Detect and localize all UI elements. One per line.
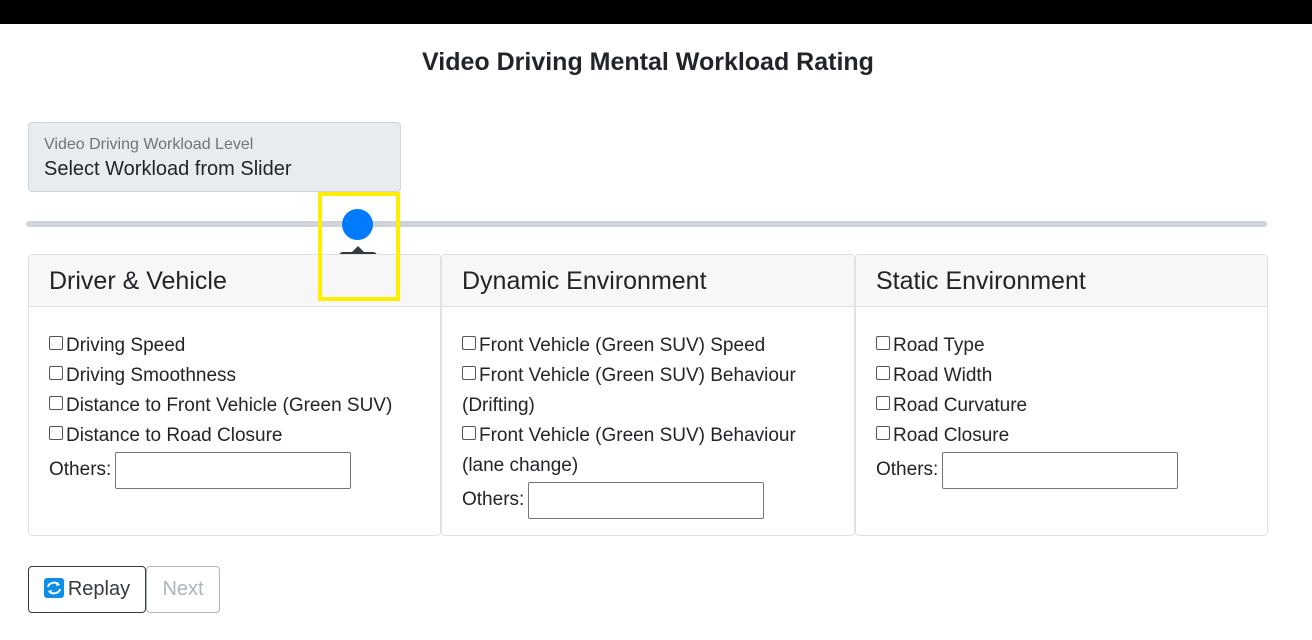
option-road-width[interactable]: Road Width: [876, 361, 1247, 391]
others-label: Others:: [462, 489, 525, 510]
card-title: Static Environment: [856, 255, 1267, 307]
option-front-vehicle-drifting[interactable]: Front Vehicle (Green SUV) Behaviour (Dri…: [462, 361, 834, 421]
others-input[interactable]: [942, 451, 1179, 489]
checkbox[interactable]: [462, 366, 476, 380]
others-row: Others:: [49, 451, 420, 489]
workload-slider-thumb[interactable]: [342, 209, 373, 240]
checkbox[interactable]: [49, 336, 63, 350]
option-distance-front-vehicle[interactable]: Distance to Front Vehicle (Green SUV): [49, 391, 420, 421]
others-row: Others:: [462, 481, 834, 519]
others-input[interactable]: [528, 481, 765, 519]
checkbox[interactable]: [876, 366, 890, 380]
checkbox[interactable]: [49, 366, 63, 380]
card-dynamic-environment: Dynamic Environment Front Vehicle (Green…: [441, 254, 855, 536]
next-button[interactable]: Next: [146, 566, 220, 613]
option-road-curvature[interactable]: Road Curvature: [876, 391, 1247, 421]
others-input[interactable]: [115, 451, 352, 489]
checkbox[interactable]: [876, 336, 890, 350]
replay-label: Replay: [67, 578, 131, 600]
next-label: Next: [162, 578, 204, 600]
others-label: Others:: [876, 459, 939, 480]
others-label: Others:: [49, 459, 112, 480]
replay-icon: [43, 578, 64, 598]
checkbox[interactable]: [876, 396, 890, 410]
option-road-closure[interactable]: Road Closure: [876, 421, 1247, 451]
option-distance-road-closure[interactable]: Distance to Road Closure: [49, 421, 420, 451]
card-title: Dynamic Environment: [442, 255, 854, 307]
card-driver-vehicle: Driver & Vehicle Driving Speed Driving S…: [28, 254, 441, 536]
top-bar: [0, 0, 1312, 24]
workload-level-field: Video Driving Workload Level Select Work…: [28, 122, 401, 192]
option-driving-smoothness[interactable]: Driving Smoothness: [49, 361, 420, 391]
workload-level-label: Video Driving Workload Level: [44, 136, 254, 153]
replay-button[interactable]: Replay: [28, 566, 146, 613]
page-title: Video Driving Mental Workload Rating: [422, 48, 874, 76]
option-front-vehicle-lane-change[interactable]: Front Vehicle (Green SUV) Behaviour (lan…: [462, 421, 834, 481]
workload-slider-track[interactable]: [26, 221, 1267, 227]
card-static-environment: Static Environment Road Type Road Width …: [855, 254, 1268, 536]
checkbox[interactable]: [49, 426, 63, 440]
checkbox[interactable]: [462, 426, 476, 440]
option-road-type[interactable]: Road Type: [876, 331, 1247, 361]
workload-level-value: Select Workload from Slider: [44, 158, 292, 180]
others-row: Others:: [876, 451, 1247, 489]
option-front-vehicle-speed[interactable]: Front Vehicle (Green SUV) Speed: [462, 331, 834, 361]
option-driving-speed[interactable]: Driving Speed: [49, 331, 420, 361]
checkbox[interactable]: [462, 336, 476, 350]
checkbox[interactable]: [876, 426, 890, 440]
checkbox[interactable]: [49, 396, 63, 410]
card-title: Driver & Vehicle: [29, 255, 440, 307]
